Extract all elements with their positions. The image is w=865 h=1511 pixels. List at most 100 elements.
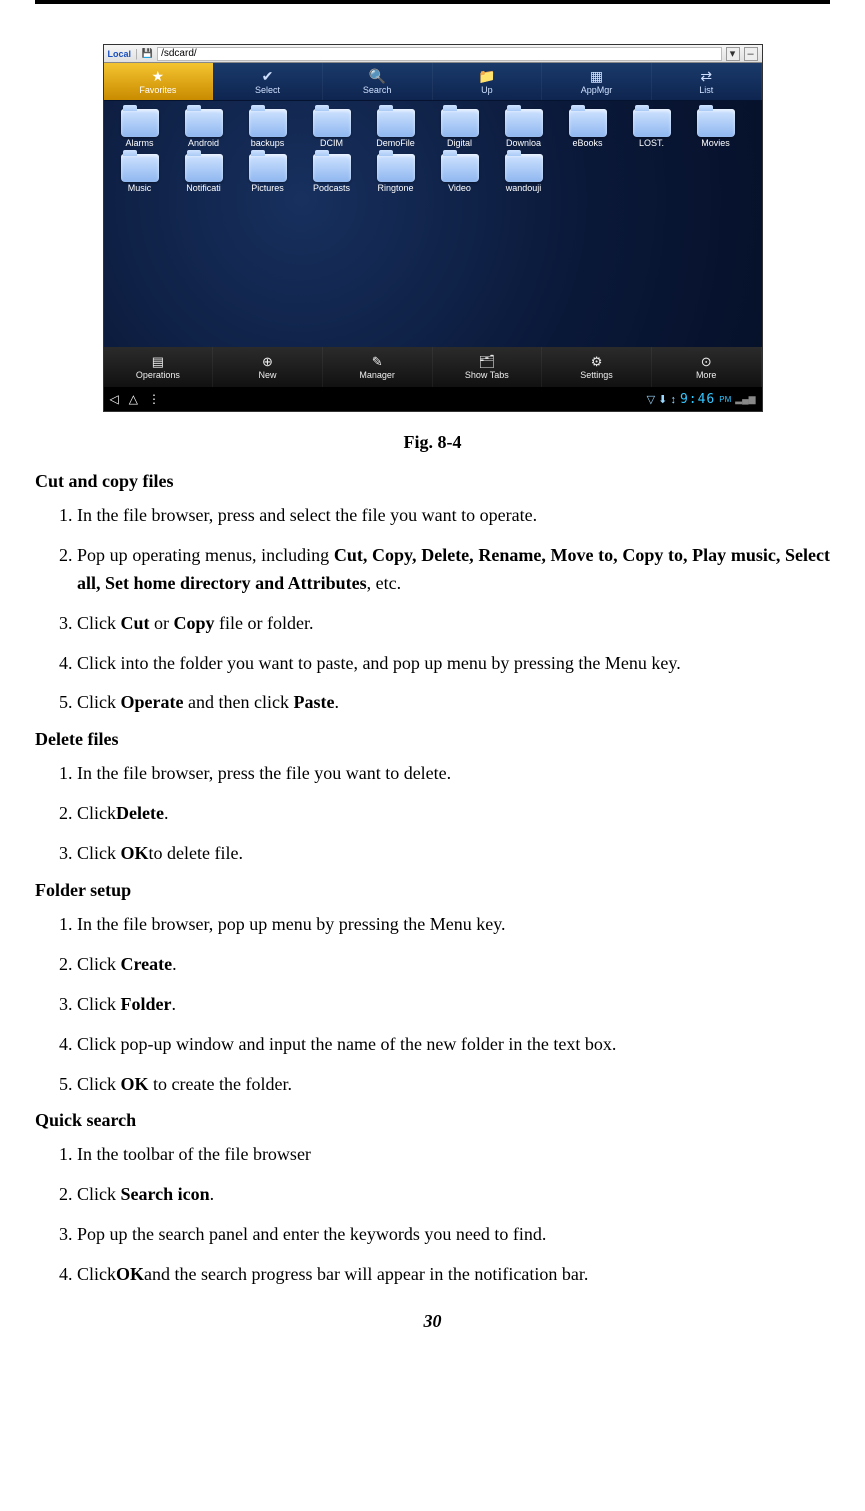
clock: 9:46 — [680, 392, 715, 407]
step-item: ClickDelete. — [77, 800, 830, 828]
system-bar: ◁△⋮ ▽ ⬇ ↕ 9:46 PM ▂▄▆ — [104, 387, 762, 411]
folder-item[interactable]: Video — [430, 154, 490, 193]
nav-button[interactable]: △ — [129, 392, 138, 406]
folder-item[interactable]: Movies — [686, 109, 746, 148]
bottombar-more-button[interactable]: ⊙More — [652, 347, 762, 387]
step-text: In the file browser, press the file you … — [77, 763, 451, 783]
settings-icon: ⚙ — [591, 355, 603, 368]
manager-icon: ✎ — [372, 355, 383, 368]
folder-item[interactable]: Alarms — [110, 109, 170, 148]
step-bold-text: OK — [116, 1264, 144, 1284]
folder-label: Alarms — [110, 139, 170, 148]
page-number: 30 — [35, 1311, 830, 1332]
toolbar-search-button[interactable]: 🔍 Search — [323, 63, 433, 100]
top-toolbar: ★Favorites ✔ Select 🔍 Search 📁Up▦AppMgr⇄List — [104, 63, 762, 101]
new-icon: ⊕ — [262, 355, 273, 368]
step-text: . — [172, 994, 177, 1014]
bottombar-operations-button[interactable]: ▤Operations — [104, 347, 214, 387]
section-title-delete: Delete files — [35, 729, 830, 750]
folder-item[interactable]: DCIM — [302, 109, 362, 148]
folder-item[interactable]: Podcasts — [302, 154, 362, 193]
folder-icon — [377, 154, 415, 182]
section-title-foldersetup: Folder setup — [35, 880, 830, 901]
step-bold-text: Search icon — [121, 1184, 210, 1204]
bottombar-manager-button[interactable]: ✎Manager — [323, 347, 433, 387]
dropdown-button[interactable]: ▾ — [726, 47, 740, 61]
step-text: Click — [77, 994, 121, 1014]
folder-item[interactable]: Android — [174, 109, 234, 148]
toolbar-appmgr-button[interactable]: ▦AppMgr — [542, 63, 652, 100]
step-bold-text: Operate — [121, 692, 184, 712]
nav-button[interactable]: ⋮ — [148, 392, 160, 406]
folder-label: Digital — [430, 139, 490, 148]
folder-label: Pictures — [238, 184, 298, 193]
step-item: Pop up the search panel and enter the ke… — [77, 1221, 830, 1249]
step-text: Click — [77, 954, 121, 974]
step-text: Click — [77, 692, 121, 712]
folder-icon — [377, 109, 415, 137]
folder-icon — [249, 109, 287, 137]
step-item: In the file browser, press the file you … — [77, 760, 830, 788]
search-icon: 🔍 — [368, 69, 385, 83]
step-text: , etc. — [367, 573, 401, 593]
step-text: Click — [77, 613, 121, 633]
folder-icon — [569, 109, 607, 137]
folder-item[interactable]: backups — [238, 109, 298, 148]
bottombar-label: More — [696, 370, 717, 380]
bottombar-settings-button[interactable]: ⚙Settings — [542, 347, 652, 387]
folder-label: backups — [238, 139, 298, 148]
step-text: Click — [77, 1074, 121, 1094]
folder-item[interactable]: LOST. — [622, 109, 682, 148]
step-text: and the search progress bar will appear … — [144, 1264, 588, 1284]
folder-item[interactable]: eBooks — [558, 109, 618, 148]
folder-item[interactable]: wandouji — [494, 154, 554, 193]
steps-delete: In the file browser, press the file you … — [35, 760, 830, 868]
step-text: to delete file. — [149, 843, 243, 863]
step-text: In the file browser, press and select th… — [77, 505, 537, 525]
operations-icon: ▤ — [152, 355, 164, 368]
bottombar-new-button[interactable]: ⊕ New — [213, 347, 323, 387]
toolbar-list-button[interactable]: ⇄List — [652, 63, 762, 100]
select-icon: ✔ — [262, 69, 274, 83]
folder-label: DCIM — [302, 139, 362, 148]
folder-icon — [697, 109, 735, 137]
toolbar-favorites-button[interactable]: ★Favorites — [104, 63, 214, 100]
step-item: Click OKto delete file. — [77, 840, 830, 868]
steps-foldersetup: In the file browser, pop up menu by pres… — [35, 911, 830, 1098]
favorites-icon: ★ — [152, 69, 165, 83]
path-input[interactable]: /sdcard/ — [157, 47, 721, 61]
up-icon: 📁 — [478, 69, 495, 83]
toolbar-select-button[interactable]: ✔ Select — [213, 63, 323, 100]
step-text: Click — [77, 843, 121, 863]
toolbar-up-button[interactable]: 📁Up — [433, 63, 543, 100]
folder-label: Video — [430, 184, 490, 193]
folder-item[interactable]: Downloa — [494, 109, 554, 148]
step-text: to create the folder. — [149, 1074, 292, 1094]
nav-button[interactable]: ◁ — [110, 392, 119, 406]
bottombar-show-tabs-button[interactable]: 🗂Show Tabs — [433, 347, 543, 387]
toolbar-label: Select — [255, 85, 280, 95]
folder-item[interactable]: Pictures — [238, 154, 298, 193]
step-text: In the file browser, pop up menu by pres… — [77, 914, 506, 934]
folder-item[interactable]: DemoFile — [366, 109, 426, 148]
folder-item[interactable]: Ringtone — [366, 154, 426, 193]
clock-ampm: PM — [719, 395, 731, 404]
step-text: file or folder. — [215, 613, 314, 633]
bottombar-label: New — [259, 370, 277, 380]
step-item: Click OK to create the folder. — [77, 1071, 830, 1099]
folder-item[interactable]: Music — [110, 154, 170, 193]
folder-item[interactable]: Digital — [430, 109, 490, 148]
list-icon: ⇄ — [700, 69, 712, 83]
folder-item[interactable]: Notificati — [174, 154, 234, 193]
step-text: Pop up operating menus, including — [77, 545, 334, 565]
step-text: In the toolbar of the file browser — [77, 1144, 311, 1164]
step-item: Click Operate and then click Paste. — [77, 689, 830, 717]
toolbar-label: Search — [363, 85, 392, 95]
section-title-cutcopy: Cut and copy files — [35, 471, 830, 492]
folder-icon — [441, 154, 479, 182]
folder-icon — [633, 109, 671, 137]
folder-icon — [313, 109, 351, 137]
folder-label: Podcasts — [302, 184, 362, 193]
minimize-button[interactable]: – — [744, 47, 758, 61]
folder-label: Ringtone — [366, 184, 426, 193]
